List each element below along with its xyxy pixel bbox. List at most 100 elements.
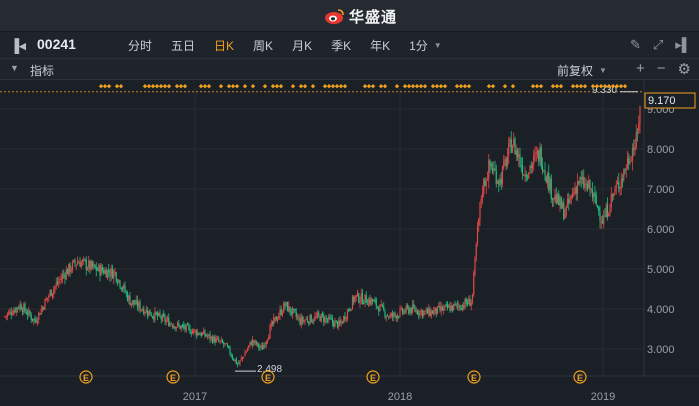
candle-body [171,325,174,327]
candle-body [381,305,384,307]
candle-body [310,315,312,323]
candle-body [609,208,611,214]
candle-body [346,310,349,319]
candle-body [470,302,472,307]
candle-body [30,315,32,320]
candle-body [196,332,199,336]
candle-body [364,294,366,303]
candle-body [65,269,67,280]
candle-body [494,168,496,171]
candle-body [74,260,76,264]
candle-body [143,308,145,315]
x-tick-label: 2019 [591,391,615,403]
sidebar-right-icon[interactable]: ▸▌ [675,37,691,53]
collapse-arrow-icon[interactable]: ▼ [10,63,19,73]
candle-body [505,159,507,167]
candle-body [469,299,471,307]
candle-body [624,169,626,171]
candle-body [114,271,116,273]
candle-body [321,313,324,316]
candle-body [76,262,79,265]
candle-body [75,264,77,266]
candle-body [165,320,167,323]
candle-body [140,309,142,311]
stock-symbol[interactable]: 00241 [37,36,76,52]
candle-body [309,314,311,325]
candle-body [208,334,210,336]
tab-yearly-k[interactable]: 年K [370,37,390,54]
candle-body [569,197,571,203]
candle-body [265,341,267,345]
candle-body [365,295,367,304]
candle-body [534,153,536,155]
candle-body [46,297,49,299]
candle-body [618,181,620,189]
candle-body [484,178,486,187]
candle-body [424,310,426,312]
candle-body [213,336,215,343]
tab-quarterly-k[interactable]: 季K [331,37,351,54]
adjust-mode-select[interactable]: 前复权 ▼ [557,62,607,79]
candle-body [370,298,372,305]
candle-body [566,198,569,206]
candle-body [120,287,122,290]
tab-daily-k[interactable]: 日K [214,37,234,54]
minute-selector[interactable]: 1分 ▼ [409,37,442,54]
candle-body [160,316,162,320]
candle-body [218,339,220,342]
settings-icon[interactable]: ⚙ [678,60,691,78]
candle-body [421,310,424,317]
candle-body [558,193,560,206]
candle-body [241,357,244,359]
candle-body [298,317,300,319]
candle-body [479,202,481,220]
candle-body [409,308,411,314]
candle-body [250,342,252,346]
candle-body [478,218,480,226]
candle-body [459,305,461,309]
indicator-label[interactable]: 指标 [30,62,54,79]
candle-body [294,309,296,312]
candle-body [116,281,119,283]
remove-icon[interactable]: − [657,60,666,78]
tab-monthly-k[interactable]: 月K [292,37,312,54]
candle-body [394,312,396,316]
candle-body [606,204,609,217]
tab-five-day[interactable]: 五日 [171,37,195,54]
candle-body [270,322,272,327]
candle-body [95,266,97,271]
candle-body [360,293,362,301]
candle-body [436,306,439,314]
candle-body [598,207,600,212]
candle-body [61,274,64,279]
candle-body [149,309,151,316]
candle-body [441,307,444,311]
candle-body [194,330,196,332]
candle-body [94,264,96,268]
sidebar-toggle-icon[interactable]: ▐◂ [10,38,26,54]
candle-body [546,173,549,184]
candle-body [48,295,50,298]
y-tick-label: 6.000 [647,224,675,236]
candle-body [56,281,59,284]
y-tick-label: 8.000 [647,144,675,156]
candle-body [393,312,395,317]
candlestick-chart[interactable]: 3.0004.0005.0006.0007.0008.0009.0002017 2… [0,80,699,406]
chart-toolbar: ▐◂ 00241 分时 五日 日K 周K 月K 季K 年K 1分 ▼ ✎ ⤢ ▸▌ [0,32,699,59]
candle-body [44,299,46,311]
candle-body [335,320,337,322]
x-tick-label: 2017 [183,391,207,403]
tab-intraday[interactable]: 分时 [128,37,152,54]
candle-body [521,164,524,175]
tab-weekly-k[interactable]: 周K [253,37,273,54]
add-icon[interactable]: + [636,60,645,78]
candle-body [621,178,624,181]
pencil-icon[interactable]: ✎ [630,37,641,53]
candle-body [50,289,52,297]
candle-body [445,304,447,306]
fullscreen-icon[interactable]: ⤢ [653,37,663,53]
candle-body [573,192,575,194]
candle-body [246,348,249,352]
candle-body [174,326,176,329]
candle-body [581,177,584,180]
